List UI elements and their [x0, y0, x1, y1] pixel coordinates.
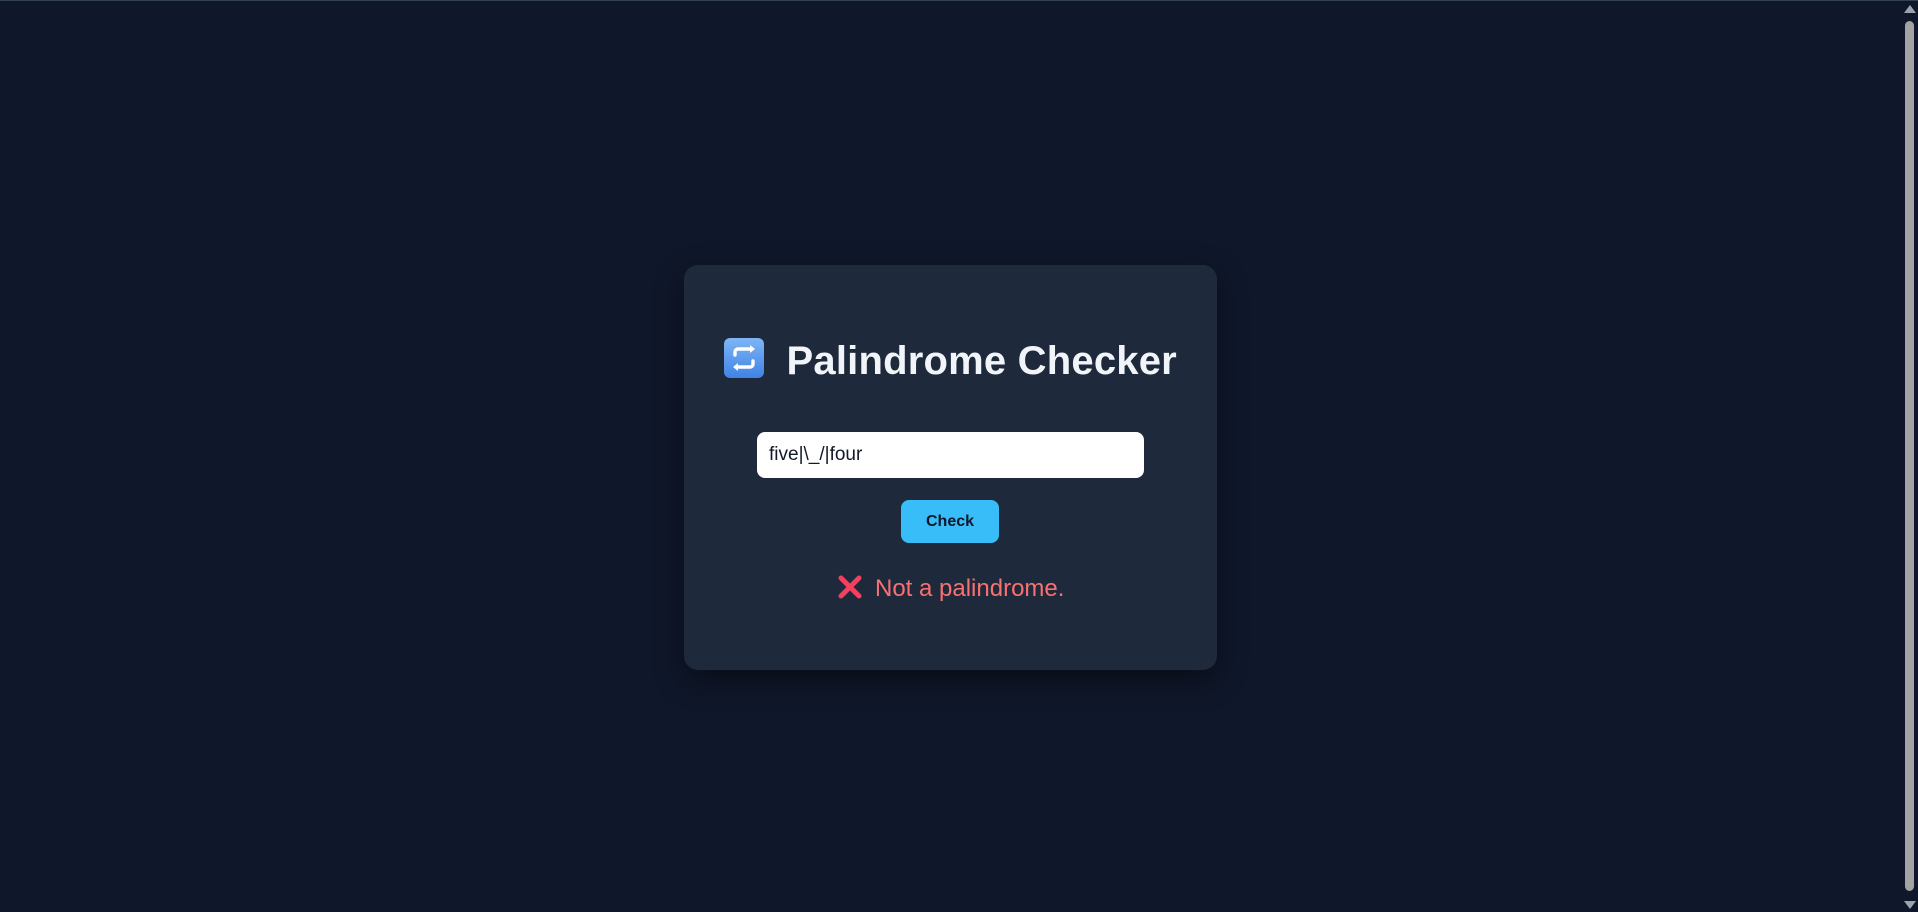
palindrome-input[interactable]	[757, 432, 1144, 478]
scroll-up-arrow-icon[interactable]	[1904, 5, 1916, 13]
vertical-scrollbar[interactable]	[1901, 1, 1918, 912]
result-text: Not a palindrome.	[875, 575, 1065, 602]
palindrome-card: Palindrome Checker Check Not a palindrom…	[684, 265, 1217, 670]
page-background: Palindrome Checker Check Not a palindrom…	[0, 0, 1918, 912]
repeat-icon	[724, 337, 765, 378]
scroll-down-arrow-icon[interactable]	[1904, 901, 1916, 909]
check-button[interactable]: Check	[901, 500, 999, 543]
page-title: Palindrome Checker	[786, 339, 1177, 383]
scroll-thumb[interactable]	[1905, 21, 1914, 891]
result-message: Not a palindrome.	[684, 575, 1217, 603]
cross-mark-icon	[837, 574, 863, 600]
title-row: Palindrome Checker	[684, 337, 1217, 384]
